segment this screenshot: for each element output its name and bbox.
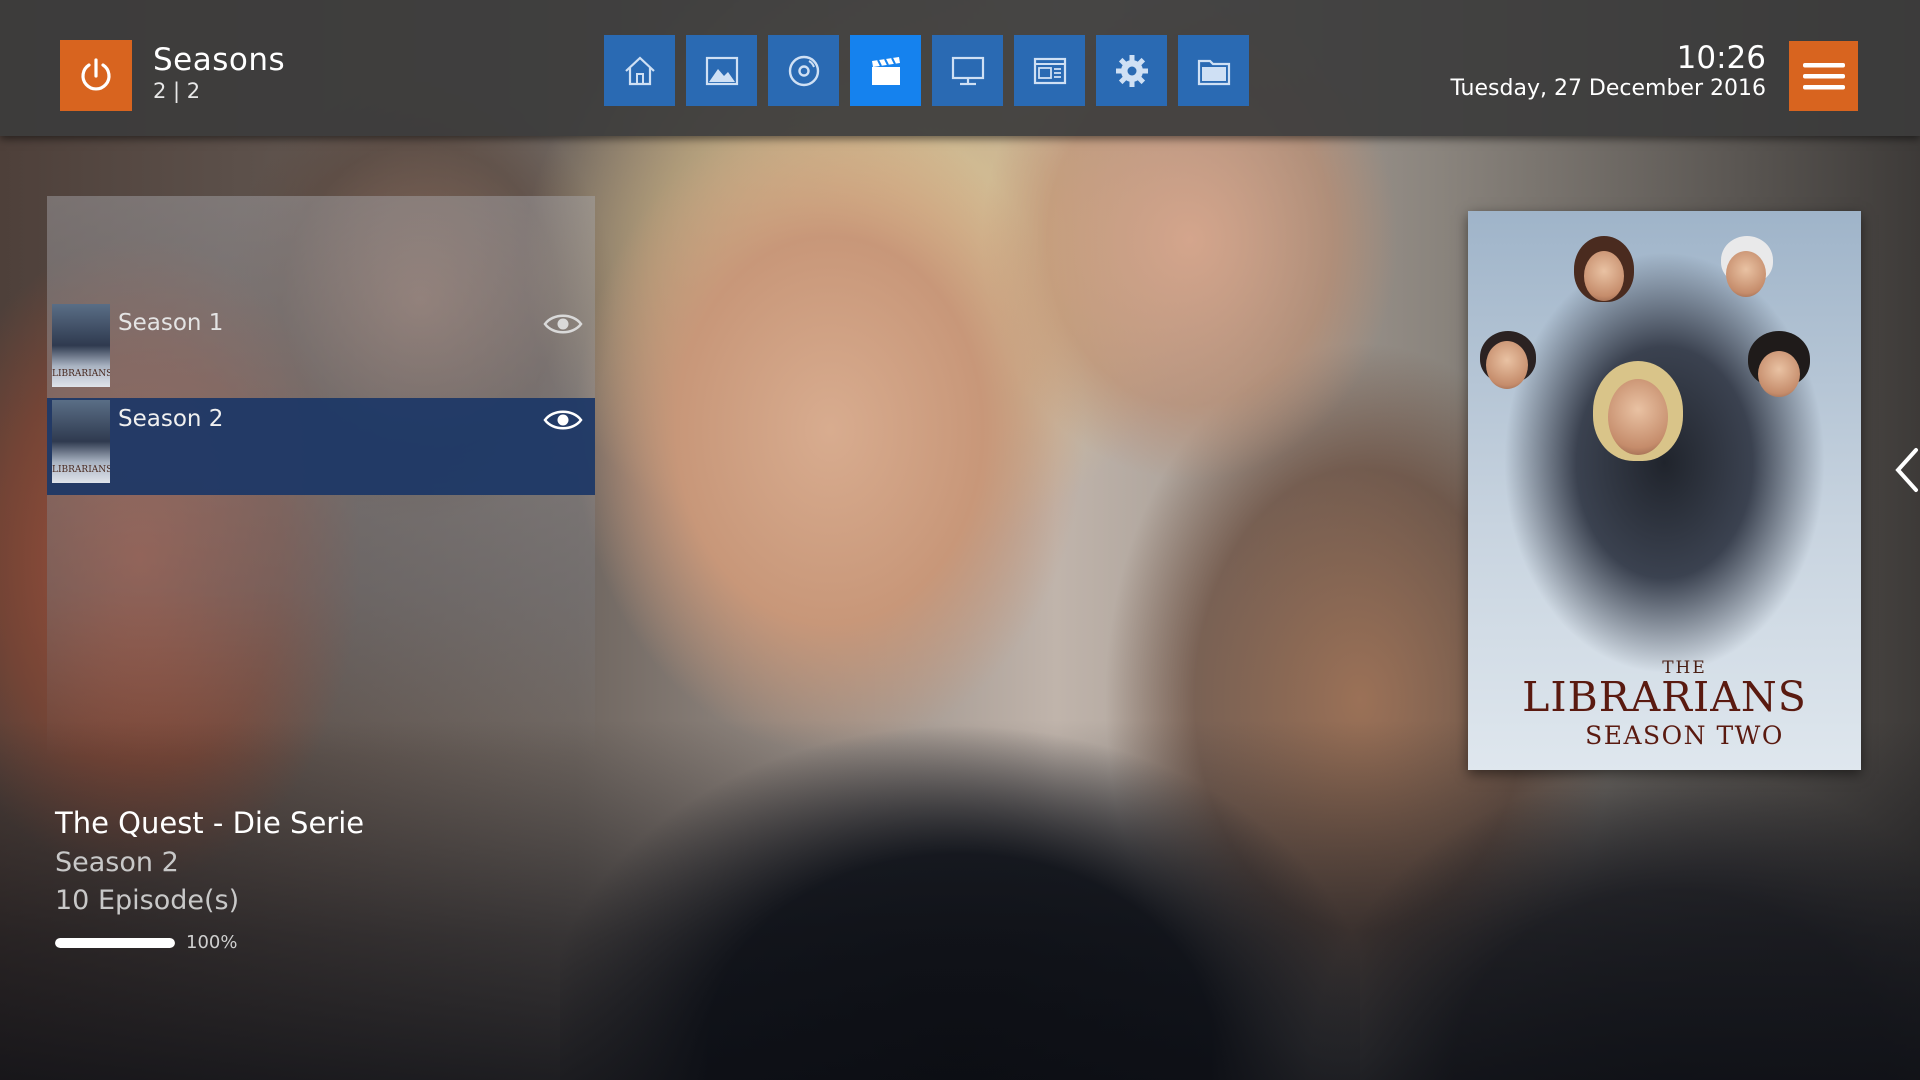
programs-icon xyxy=(1033,57,1066,84)
home-icon xyxy=(624,55,655,85)
hamburger-icon xyxy=(1802,63,1845,90)
settings-icon xyxy=(1115,54,1148,87)
bottom-gradient xyxy=(0,720,1920,1080)
nav-home-button[interactable] xyxy=(604,35,675,106)
clock: 10:26 xyxy=(1676,40,1766,76)
season-poster: THE LIBRARIANS SEASON TWO xyxy=(1468,211,1861,770)
nav-settings-button[interactable] xyxy=(1096,35,1167,106)
pictures-icon xyxy=(705,56,738,85)
season-label: Season 1 xyxy=(118,310,224,336)
season-thumbnail: LIBRARIANS xyxy=(52,400,110,483)
thumbnail-logo: LIBRARIANS xyxy=(52,465,110,475)
watched-eye-icon xyxy=(543,314,583,334)
power-icon xyxy=(81,57,111,90)
poster-figure xyxy=(1758,351,1800,397)
main-nav xyxy=(604,35,1249,106)
list-item[interactable]: LIBRARIANS Season 2 xyxy=(47,398,595,495)
videos-icon xyxy=(871,56,900,85)
date: Tuesday, 27 December 2016 xyxy=(1450,76,1766,101)
show-title: The Quest - Die Serie xyxy=(55,806,365,840)
watched-eye-icon xyxy=(543,410,583,430)
episode-count: 10 Episode(s) xyxy=(55,885,240,916)
nav-programs-button[interactable] xyxy=(1014,35,1085,106)
chevron-left-icon[interactable] xyxy=(1892,446,1920,494)
progress-percent: 100% xyxy=(186,932,238,953)
nav-videos-button[interactable] xyxy=(850,35,921,106)
item-count: 2 | 2 xyxy=(153,79,201,103)
poster-figure xyxy=(1486,341,1528,389)
poster-figure xyxy=(1608,379,1668,455)
nav-tv-button[interactable] xyxy=(932,35,1003,106)
menu-button[interactable] xyxy=(1789,41,1858,111)
power-button[interactable] xyxy=(60,40,132,111)
selected-season: Season 2 xyxy=(55,847,179,878)
poster-logo-title: LIBRARIANS xyxy=(1522,673,1807,721)
watched-progress-bar xyxy=(55,938,175,948)
music-icon xyxy=(788,55,819,86)
nav-music-button[interactable] xyxy=(768,35,839,106)
list-item[interactable]: LIBRARIANS Season 1 xyxy=(47,302,595,399)
progress-fill xyxy=(55,938,175,948)
nav-files-button[interactable] xyxy=(1178,35,1249,106)
season-thumbnail: LIBRARIANS xyxy=(52,304,110,387)
nav-pictures-button[interactable] xyxy=(686,35,757,106)
tv-icon xyxy=(951,56,984,85)
poster-figure xyxy=(1726,251,1766,297)
season-label: Season 2 xyxy=(118,406,224,432)
thumbnail-logo: LIBRARIANS xyxy=(52,369,110,379)
page-title: Seasons xyxy=(153,42,286,78)
top-bar: Seasons 2 | 2 10:26 Tuesday, 27 December… xyxy=(0,0,1920,136)
poster-logo-subtitle: SEASON TWO xyxy=(1585,721,1784,750)
poster-figure xyxy=(1584,251,1624,301)
files-icon xyxy=(1197,59,1230,85)
